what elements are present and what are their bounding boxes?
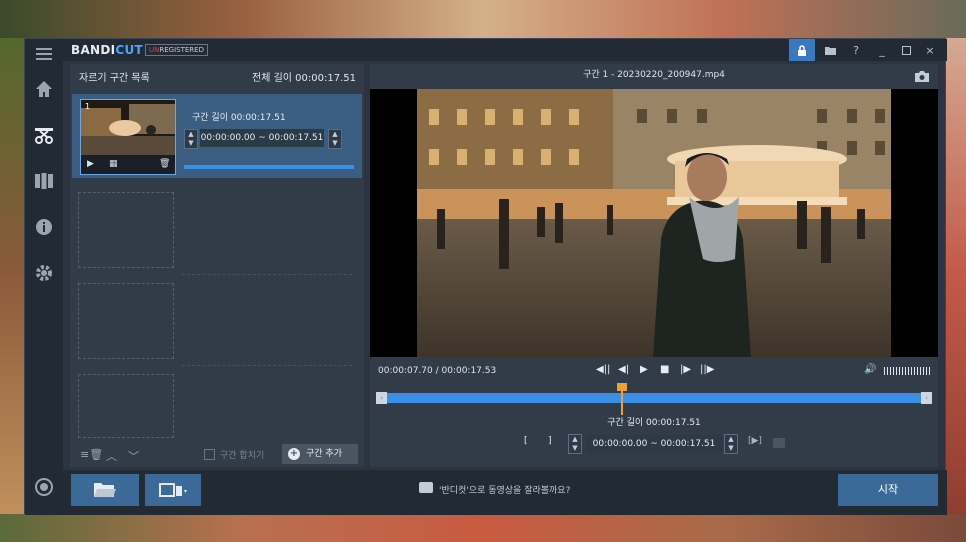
segment-card[interactable]: 1 ▶ ▦ 🗑 구간 길이 00:00:17.51 ▲ ▼ 00:00:00.00… [72, 94, 362, 178]
plus-icon: + [288, 448, 300, 460]
empty-segment-slot [78, 374, 174, 438]
chat-bubble-icon [419, 482, 433, 493]
left-rail [25, 39, 63, 515]
next-segment-icon[interactable]: ||▶ [700, 364, 714, 375]
volume-slider[interactable] [884, 367, 930, 375]
thumbnail-image [81, 100, 175, 155]
end-time-stepper[interactable]: ▲ ▼ [724, 434, 738, 454]
hint-text: '반디컷'으로 동영상을 잘라볼까요? [439, 486, 571, 496]
unregistered-badge: UNREGISTERED [145, 44, 208, 56]
join-icon[interactable] [33, 171, 55, 193]
video-frame [417, 89, 891, 357]
segment-list-panel: 자르기 구간 목록 전체 길이 00:00:17.51 1 ▶ ▦ 🗑 구간 길… [70, 64, 364, 467]
playback-controls: 00:00:07.70 / 00:00:17.53 ◀|| ◀| ▶ ■ |▶ … [370, 362, 938, 380]
settings-gear-icon[interactable] [33, 263, 55, 285]
bandicut-window: BANDICUT UNREGISTERED ? _ × 자르기 구간 목록 전체… [24, 38, 947, 515]
next-frame-icon[interactable]: |▶ [680, 364, 691, 375]
merge-segments-label: 구간 합치기 [220, 451, 265, 461]
open-folder-button[interactable] [71, 474, 139, 506]
video-format-icon [159, 483, 187, 497]
time-readout: 00:00:07.70 / 00:00:17.53 [378, 366, 497, 376]
slot-divider [182, 274, 352, 275]
set-end-icon[interactable]: ] [548, 436, 552, 446]
video-preview[interactable] [370, 89, 938, 357]
end-time-stepper[interactable]: ▲ ▼ [328, 129, 342, 149]
empty-segment-slot [78, 283, 174, 359]
segment-length: 구간 길이 00:00:17.51 [192, 113, 286, 123]
playhead[interactable] [617, 383, 627, 415]
timeline-end-handle[interactable]: ‹ [921, 392, 932, 404]
open-folder-icon [94, 483, 116, 497]
help-button[interactable]: ? [843, 39, 869, 61]
start-time-stepper[interactable]: ▲ ▼ [568, 434, 582, 454]
snapshot-camera-icon[interactable] [914, 68, 930, 82]
title-bar: BANDICUT UNREGISTERED ? _ × [63, 39, 947, 61]
stop-icon[interactable]: ■ [660, 364, 669, 375]
bottom-bar: '반디컷'으로 동영상을 잘라볼까요? 시작 [63, 470, 947, 515]
total-length: 전체 길이 00:00:17.51 [252, 73, 356, 84]
app-logo: BANDICUT [71, 43, 144, 57]
minimize-button[interactable]: _ [869, 39, 895, 61]
add-segment-button[interactable]: + 구간 추가 [282, 444, 358, 464]
segment-progress-bar [184, 165, 354, 169]
segment-index: 1 [85, 102, 91, 111]
stop-segment-icon[interactable] [773, 438, 785, 448]
home-icon[interactable] [33, 79, 55, 101]
segment-play-icon[interactable]: ▶ [87, 159, 94, 169]
play-icon[interactable]: ▶ [640, 364, 648, 375]
maximize-icon[interactable] [893, 39, 919, 61]
folder-icon[interactable] [817, 39, 843, 61]
move-down-icon[interactable]: ﹀ [128, 448, 139, 464]
slot-divider [182, 365, 352, 366]
segment-range[interactable]: 00:00:00.00 ~ 00:00:17.51 [200, 129, 324, 147]
segment-grid-icon[interactable]: ▦ [109, 159, 118, 169]
record-icon[interactable] [33, 477, 55, 499]
merge-segments-checkbox[interactable] [204, 449, 215, 460]
set-start-icon[interactable]: [ [524, 436, 528, 446]
volume-icon[interactable]: 🔊 [864, 364, 876, 375]
start-time-stepper[interactable]: ▲ ▼ [184, 129, 198, 149]
output-format-button[interactable] [145, 474, 201, 506]
timeline-start-handle[interactable]: › [376, 392, 387, 404]
prev-frame-icon[interactable]: ◀| [618, 364, 629, 375]
start-button[interactable]: 시작 [838, 474, 938, 506]
close-button[interactable]: × [917, 39, 943, 61]
move-up-icon[interactable]: ︿ [106, 448, 117, 464]
cut-icon[interactable] [33, 125, 55, 147]
play-segment-icon[interactable]: [▶] [748, 436, 762, 446]
empty-segment-slot [78, 192, 174, 268]
segment-length-readout: 구간 길이 00:00:17.51 [607, 418, 701, 428]
segment-list-header: 자르기 구간 목록 전체 길이 00:00:17.51 [70, 64, 364, 86]
preview-title: 구간 1 - 20230220_200947.mp4 [583, 70, 725, 80]
info-icon[interactable] [33, 217, 55, 239]
segment-list-footer: ≡🗑 ︿ ﹀ 구간 합치기 + 구간 추가 [70, 442, 364, 467]
preview-panel: 구간 1 - 20230220_200947.mp4 00:00:07.70 /… [370, 64, 938, 467]
segment-delete-icon[interactable]: 🗑 [159, 159, 170, 169]
menu-icon[interactable] [33, 45, 55, 67]
timeline-bar[interactable]: › ‹ [376, 383, 932, 415]
delete-all-icon[interactable]: ≡🗑 [80, 448, 103, 461]
prev-segment-icon[interactable]: ◀|| [596, 364, 610, 375]
lock-icon[interactable] [789, 39, 815, 61]
segment-thumbnail[interactable]: 1 ▶ ▦ 🗑 [80, 99, 176, 175]
segment-list-title: 자르기 구간 목록 [79, 73, 150, 84]
preview-segment-range[interactable]: 00:00:00.00 ~ 00:00:17.51 [586, 435, 722, 453]
